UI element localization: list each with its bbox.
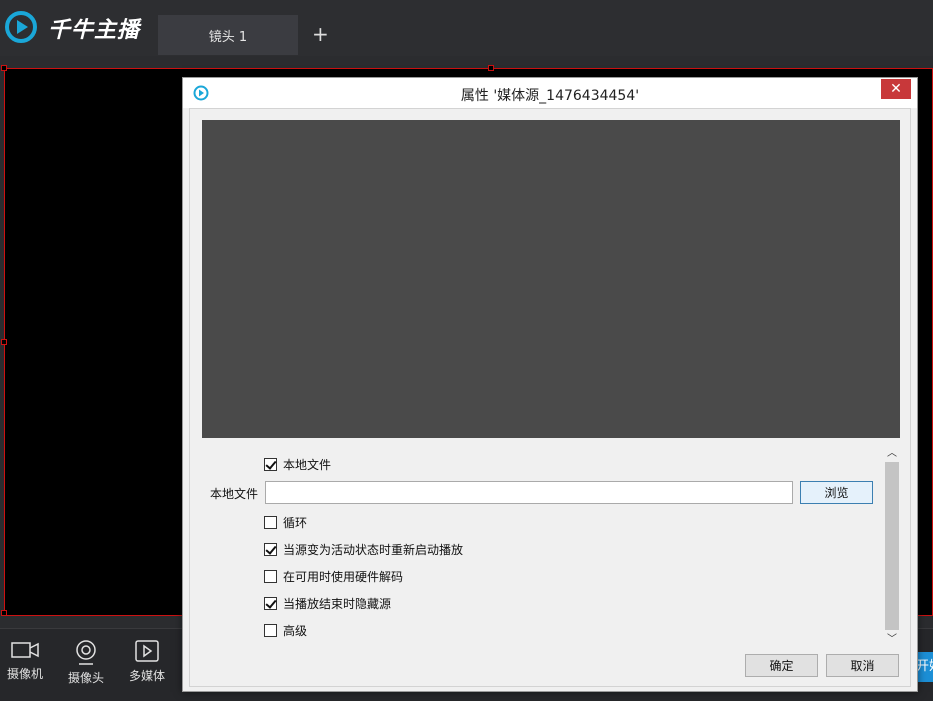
restart-on-activate-label: 当源变为活动状态时重新启动播放 — [283, 543, 464, 557]
dialog-title: 属性 '媒体源_1476434454' — [460, 88, 640, 104]
app-name: 千牛主播 — [48, 18, 141, 43]
stage-strip — [0, 56, 933, 68]
dialog-content: 本地文件 本地文件 浏览 循环 当源变为活动状态时重新启动播放 在可用时使用硬件… — [189, 108, 911, 687]
close-button[interactable]: ✕ — [881, 79, 911, 99]
camera-source-label: 摄像机 — [6, 667, 43, 681]
hardware-decode-checkbox[interactable]: 在可用时使用硬件解码 — [264, 568, 403, 585]
resize-handle-middle-left[interactable] — [1, 339, 7, 345]
properties-dialog: 属性 '媒体源_1476434454' ✕ 本地文件 本地文件 浏览 循环 当源… — [182, 77, 918, 692]
app-logo-icon — [5, 11, 37, 43]
tab-scene-1[interactable]: 镜头 1 — [158, 15, 298, 55]
media-source-label: 多媒体 — [128, 669, 165, 683]
hide-on-end-label: 当播放结束时隐藏源 — [283, 597, 392, 611]
close-icon: ✕ — [890, 81, 902, 97]
resize-handle-bottom-left[interactable] — [1, 610, 7, 616]
video-camera-icon — [11, 642, 39, 658]
checkbox-box[interactable] — [264, 516, 277, 529]
scroll-up-icon[interactable]: ︿ — [884, 447, 900, 461]
advanced-label: 高级 — [283, 624, 308, 638]
resize-handle-top-left[interactable] — [1, 65, 7, 71]
options-scrollbar[interactable]: ︿ ﹀ — [884, 447, 900, 647]
scroll-down-icon[interactable]: ﹀ — [884, 633, 900, 647]
hide-on-end-checkbox[interactable]: 当播放结束时隐藏源 — [264, 595, 391, 612]
scrollbar-thumb[interactable] — [885, 462, 899, 630]
media-play-icon — [135, 640, 159, 662]
ok-button[interactable]: 确定 — [745, 654, 818, 677]
media-source-button[interactable]: 多媒体 — [122, 639, 172, 684]
top-bar: 千牛主播 镜头 1 + — [0, 0, 933, 56]
cancel-button[interactable]: 取消 — [826, 654, 899, 677]
browse-button[interactable]: 浏览 — [800, 481, 873, 504]
local-file-checkbox[interactable]: 本地文件 — [264, 456, 331, 473]
checkbox-box[interactable] — [264, 458, 277, 471]
local-file-checkbox-label: 本地文件 — [283, 458, 332, 472]
webcam-source-button[interactable]: 摄像头 — [61, 639, 111, 686]
checkbox-box[interactable] — [264, 624, 277, 637]
dialog-titlebar[interactable]: 属性 '媒体源_1476434454' ✕ — [183, 78, 917, 108]
camera-source-button[interactable]: 摄像机 — [0, 639, 50, 682]
local-file-input[interactable] — [265, 481, 793, 504]
checkbox-box[interactable] — [264, 570, 277, 583]
checkbox-box[interactable] — [264, 543, 277, 556]
loop-checkbox-label: 循环 — [283, 516, 308, 530]
webcam-source-label: 摄像头 — [67, 671, 104, 685]
media-preview — [202, 120, 900, 438]
checkbox-box[interactable] — [264, 597, 277, 610]
start-live-button[interactable]: 开始直播 — [916, 652, 933, 682]
restart-on-activate-checkbox[interactable]: 当源变为活动状态时重新启动播放 — [264, 541, 463, 558]
local-file-label: 本地文件 — [210, 487, 259, 501]
loop-checkbox[interactable]: 循环 — [264, 514, 307, 531]
advanced-checkbox[interactable]: 高级 — [264, 622, 307, 639]
add-tab-button[interactable]: + — [312, 22, 329, 46]
hardware-decode-label: 在可用时使用硬件解码 — [283, 570, 404, 584]
webcam-icon — [76, 640, 96, 665]
resize-handle-top-middle[interactable] — [488, 65, 494, 71]
